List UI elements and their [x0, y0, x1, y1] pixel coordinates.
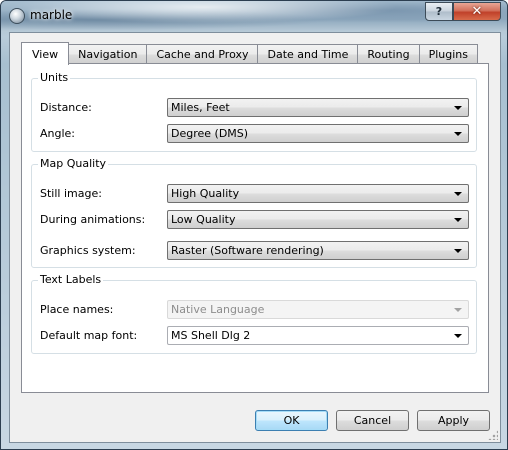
during-animations-value: Low Quality [171, 213, 236, 226]
distance-label: Distance: [40, 101, 92, 114]
default-map-font-select[interactable]: MS Shell Dlg 2 [167, 326, 469, 345]
angle-value: Degree (DMS) [171, 127, 249, 140]
tab-plugins[interactable]: Plugins [418, 44, 478, 64]
resize-grip[interactable] [488, 430, 498, 440]
graphics-system-select[interactable]: Raster (Software rendering) [167, 241, 469, 260]
units-group-title: Units [38, 71, 71, 84]
view-tab-panel: Units Distance: Miles, Feet Angle: Degre… [21, 63, 489, 393]
default-map-font-label: Default map font: [40, 329, 138, 342]
tab-bar: View Navigation Cache and Proxy Date and… [21, 42, 478, 65]
chevron-down-icon [454, 334, 462, 338]
tab-routing[interactable]: Routing [357, 44, 420, 64]
distance-value: Miles, Feet [171, 101, 230, 114]
tab-navigation[interactable]: Navigation [68, 44, 148, 64]
dialog-client-area: View Navigation Cache and Proxy Date and… [9, 32, 501, 443]
ok-button[interactable]: OK [255, 410, 328, 431]
tab-cache-and-proxy[interactable]: Cache and Proxy [146, 44, 259, 64]
tab-date-and-time[interactable]: Date and Time [257, 44, 359, 64]
graphics-system-value: Raster (Software rendering) [171, 244, 324, 257]
place-names-select[interactable]: Native Language [167, 300, 469, 319]
still-image-value: High Quality [171, 187, 240, 200]
apply-button[interactable]: Apply [417, 410, 490, 431]
tab-view[interactable]: View [21, 42, 70, 65]
units-group: Units Distance: Miles, Feet Angle: Degre… [31, 71, 477, 152]
text-labels-group-title: Text Labels [38, 273, 104, 286]
help-button[interactable]: ? [425, 2, 453, 21]
close-button[interactable]: ✕ [453, 2, 501, 21]
chevron-down-icon [454, 132, 462, 136]
cancel-button[interactable]: Cancel [336, 410, 409, 431]
place-names-value: Native Language [171, 303, 265, 316]
chevron-down-icon [454, 308, 462, 312]
chevron-down-icon [454, 218, 462, 222]
during-animations-label: During animations: [40, 213, 146, 226]
still-image-label: Still image: [40, 187, 102, 200]
map-quality-group-title: Map Quality [38, 157, 109, 170]
chevron-down-icon [454, 192, 462, 196]
window-title: marble [30, 8, 73, 22]
graphics-system-label: Graphics system: [40, 244, 136, 257]
angle-select[interactable]: Degree (DMS) [167, 124, 469, 143]
text-labels-group: Text Labels Place names: Native Language… [31, 273, 477, 354]
distance-select[interactable]: Miles, Feet [167, 98, 469, 117]
still-image-select[interactable]: High Quality [167, 184, 469, 203]
chevron-down-icon [454, 106, 462, 110]
map-quality-group: Map Quality Still image: High Quality Du… [31, 157, 477, 268]
dialog-window: marble ? ✕ View Navigation Cache and Pro… [0, 0, 508, 450]
marble-app-icon [9, 8, 25, 24]
default-map-font-value: MS Shell Dlg 2 [171, 329, 251, 342]
chevron-down-icon [454, 249, 462, 253]
during-animations-select[interactable]: Low Quality [167, 210, 469, 229]
title-bar[interactable]: marble ? ✕ [1, 1, 507, 32]
angle-label: Angle: [40, 127, 76, 140]
place-names-label: Place names: [40, 303, 114, 316]
